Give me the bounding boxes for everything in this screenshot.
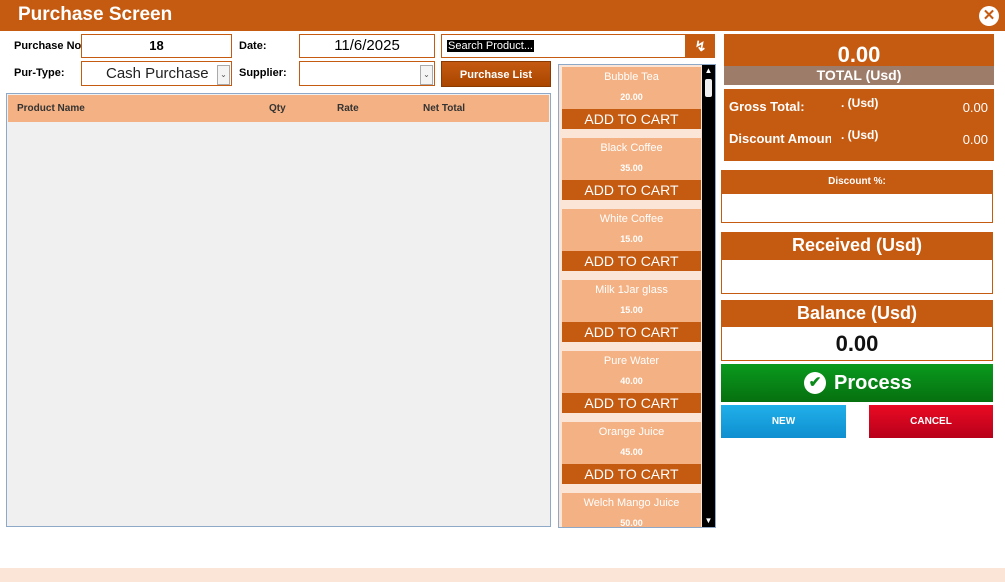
received-label: Received (Usd) (721, 232, 993, 259)
product-card: Orange Juice 45.00 ADD TO CART (562, 422, 701, 484)
balance-value: 0.00 (721, 326, 993, 361)
check-circle-icon: ✔ (804, 372, 826, 394)
chevron-down-icon[interactable]: ⌄ (217, 65, 230, 85)
close-icon[interactable]: ✕ (979, 6, 999, 26)
add-to-cart-button[interactable]: ADD TO CART (562, 180, 701, 200)
process-label: Process (834, 372, 912, 394)
total-value: 0.00 (837, 42, 881, 67)
cart-grid[interactable]: Product Name Qty Rate Net Total (6, 93, 551, 527)
gross-total-value: 0.00 (962, 100, 988, 115)
total-box: 0.00 TOTAL (Usd) (724, 34, 994, 85)
supplier-select[interactable]: ⌄ (299, 61, 435, 86)
product-name: Orange Juice (598, 426, 665, 438)
product-name: Welch Mango Juice (583, 497, 680, 509)
search-input[interactable]: Search Product... (441, 34, 686, 58)
received-input[interactable] (721, 259, 993, 294)
scroll-down-icon[interactable]: ▼ (702, 515, 715, 527)
new-button[interactable]: NEW (721, 405, 846, 438)
pur-type-select[interactable]: Cash Purchase ⌄ (81, 61, 232, 86)
chevron-down-icon[interactable]: ⌄ (420, 65, 433, 85)
discount-amount-unit: . (Usd) (841, 128, 879, 142)
window-title: Purchase Screen (18, 4, 173, 25)
refresh-icon[interactable]: ↯ (686, 34, 715, 58)
add-to-cart-button[interactable]: ADD TO CART (562, 109, 701, 129)
product-name: Bubble Tea (604, 71, 659, 83)
gross-total-label: Gross Total: (729, 99, 805, 114)
scroll-up-icon[interactable]: ▲ (702, 65, 715, 77)
discount-percent-label: Discount %: (721, 170, 993, 193)
grid-header: Product Name Qty Rate Net Total (8, 95, 549, 122)
gross-total-unit: . (Usd) (841, 96, 879, 110)
product-scrollbar[interactable]: ▲ ▼ (702, 65, 715, 527)
product-name: Pure Water (603, 355, 660, 367)
pur-type-value: Cash Purchase (106, 65, 209, 82)
add-to-cart-button[interactable]: ADD TO CART (562, 393, 701, 413)
column-qty: Qty (269, 103, 286, 114)
product-name: Milk 1Jar glass (595, 284, 668, 296)
search-text: Search Product... (447, 40, 534, 52)
footer-bar (0, 568, 1005, 582)
supplier-label: Supplier: (239, 67, 287, 79)
discount-amount-value: 0.00 (962, 132, 988, 147)
column-product-name: Product Name (17, 103, 85, 114)
column-net-total: Net Total (423, 103, 466, 114)
discount-amount-label: Discount Amount (729, 131, 831, 146)
product-card: White Coffee 15.00 ADD TO CART (562, 209, 701, 271)
product-price: 35.00 (620, 163, 643, 173)
purchase-no-label: Purchase No: (14, 40, 85, 52)
purchase-list-button[interactable]: Purchase List (441, 61, 551, 87)
total-label: TOTAL (Usd) (724, 66, 994, 85)
cancel-button[interactable]: CANCEL (869, 405, 993, 438)
product-card: Bubble Tea 20.00 ADD TO CART (562, 67, 701, 129)
product-card: Pure Water 40.00 ADD TO CART (562, 351, 701, 413)
product-card: Welch Mango Juice 50.00 (562, 493, 701, 528)
product-card: Milk 1Jar glass 15.00 ADD TO CART (562, 280, 701, 342)
purchase-no-field[interactable]: 18 (81, 34, 232, 58)
product-price: 15.00 (620, 305, 643, 315)
product-name: White Coffee (599, 213, 664, 225)
product-price: 50.00 (620, 518, 643, 528)
product-name: Black Coffee (600, 142, 663, 154)
column-rate: Rate (337, 103, 359, 114)
process-button[interactable]: ✔ Process (721, 364, 993, 402)
product-card: Black Coffee 35.00 ADD TO CART (562, 138, 701, 200)
date-label: Date: (239, 40, 267, 52)
product-price: 20.00 (620, 92, 643, 102)
product-list[interactable]: Bubble Tea 20.00 ADD TO CART Black Coffe… (558, 64, 716, 528)
summary-box: Gross Total: . (Usd) 0.00 Discount Amoun… (724, 89, 994, 161)
date-field[interactable]: 11/6/2025 (299, 34, 435, 58)
scroll-thumb[interactable] (705, 79, 712, 97)
add-to-cart-button[interactable]: ADD TO CART (562, 251, 701, 271)
product-price: 40.00 (620, 376, 643, 386)
pur-type-label: Pur-Type: (14, 67, 65, 79)
discount-percent-input[interactable] (721, 193, 993, 223)
product-price: 15.00 (620, 234, 643, 244)
product-price: 45.00 (620, 447, 643, 457)
add-to-cart-button[interactable]: ADD TO CART (562, 322, 701, 342)
balance-label: Balance (Usd) (721, 300, 993, 326)
add-to-cart-button[interactable]: ADD TO CART (562, 464, 701, 484)
